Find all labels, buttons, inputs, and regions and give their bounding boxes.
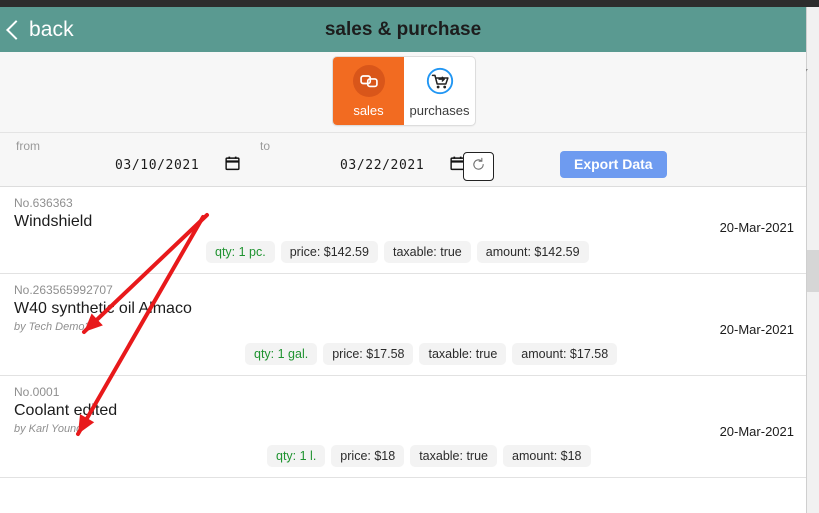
- tab-sales[interactable]: sales: [333, 57, 404, 125]
- row-date: 20-Mar-2021: [719, 220, 794, 235]
- badge-taxable: taxable: true: [410, 445, 497, 467]
- tab-purchases[interactable]: purchases: [404, 57, 475, 125]
- refresh-icon: [471, 157, 486, 177]
- app-header: back sales & purchase: [0, 7, 806, 52]
- to-date-value: 03/22/2021: [340, 158, 425, 173]
- row-number: No.636363: [14, 196, 73, 210]
- badge-qty: qty: 1 l.: [267, 445, 326, 467]
- to-label: to: [260, 139, 271, 153]
- from-date-value: 03/10/2021: [115, 158, 200, 173]
- row-badges: qty: 1 l. price: $18 taxable: true amoun…: [267, 445, 806, 467]
- badge-taxable: taxable: true: [383, 241, 471, 263]
- row-date: 20-Mar-2021: [719, 322, 794, 337]
- table-row[interactable]: No.636363 Windshield 20-Mar-2021 qty: 1 …: [0, 187, 806, 274]
- page-frame: back sales & purchase sales purchases fr…: [0, 7, 806, 513]
- row-title: W40 synthetic oil Almaco: [14, 300, 192, 317]
- refresh-button[interactable]: [463, 152, 494, 181]
- os-top-strip: [0, 0, 819, 7]
- calendar-icon[interactable]: [225, 155, 240, 176]
- row-badges: qty: 1 gal. price: $17.58 taxable: true …: [245, 343, 806, 365]
- page-scrollbar[interactable]: [806, 7, 819, 513]
- page-title: sales & purchase: [324, 18, 482, 40]
- from-date-input[interactable]: 03/10/2021: [115, 155, 240, 176]
- tab-purchases-label: purchases: [409, 102, 470, 118]
- row-number: No.0001: [14, 385, 60, 399]
- row-title: Windshield: [14, 213, 93, 230]
- badge-taxable: taxable: true: [419, 343, 507, 365]
- tab-sales-label: sales: [353, 102, 384, 118]
- link-compare-icon: [352, 64, 385, 97]
- badge-amount: amount: $17.58: [512, 343, 618, 365]
- chevron-left-icon: [6, 19, 26, 40]
- transaction-list: No.636363 Windshield 20-Mar-2021 qty: 1 …: [0, 187, 806, 478]
- badge-amount: amount: $142.59: [476, 241, 589, 263]
- to-date-input[interactable]: 03/22/2021: [340, 155, 465, 176]
- tab-bar-zone: sales purchases: [0, 52, 806, 133]
- table-row[interactable]: No.263565992707 W40 synthetic oil Almaco…: [0, 274, 806, 376]
- shopping-cart-icon: [424, 65, 456, 97]
- table-row[interactable]: No.0001 Coolant edited by Karl Young 20-…: [0, 376, 806, 478]
- filter-bar: from to 03/10/2021 03/22/2021 Export Dat…: [0, 133, 806, 187]
- badge-qty: qty: 1 pc.: [206, 241, 275, 263]
- tab-group: sales purchases: [332, 56, 476, 126]
- row-author: by Karl Young: [14, 423, 83, 435]
- back-button-label: back: [29, 18, 74, 41]
- badge-price: price: $18: [331, 445, 405, 467]
- badge-price: price: $17.58: [323, 343, 414, 365]
- row-number: No.263565992707: [14, 283, 113, 297]
- badge-price: price: $142.59: [280, 241, 378, 263]
- from-label: from: [16, 139, 40, 153]
- badge-amount: amount: $18: [503, 445, 591, 467]
- back-button[interactable]: back: [6, 18, 74, 41]
- badge-qty: qty: 1 gal.: [245, 343, 318, 365]
- app-window: back sales & purchase sales purchases fr…: [0, 0, 819, 513]
- export-data-button[interactable]: Export Data: [560, 151, 667, 178]
- row-title: Coolant edited: [14, 402, 118, 419]
- row-date: 20-Mar-2021: [719, 424, 794, 439]
- page-scrollbar-thumb[interactable]: [807, 250, 819, 292]
- row-badges: qty: 1 pc. price: $142.59 taxable: true …: [206, 241, 806, 263]
- row-author: by Tech Demo3: [14, 321, 91, 333]
